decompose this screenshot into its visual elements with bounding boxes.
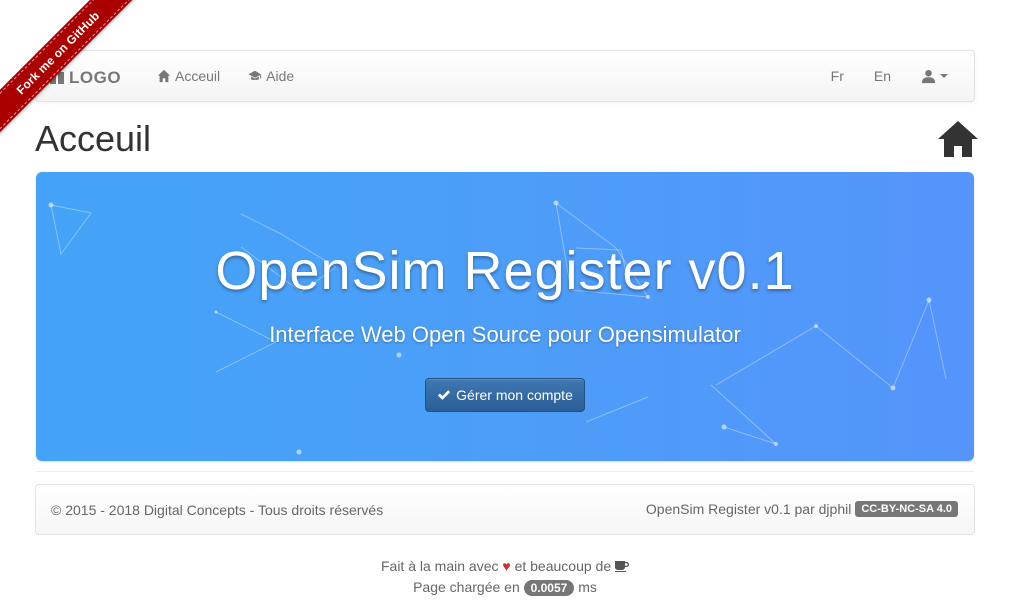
graduation-cap-icon (248, 70, 262, 80)
load-prefix: Page chargée en (413, 579, 520, 595)
nav-links: Acceuil Aide (157, 51, 294, 101)
nav-link-acceuil[interactable]: Acceuil (157, 68, 220, 84)
nav-link-label: Aide (266, 68, 295, 84)
lang-fr-link[interactable]: Fr (831, 68, 844, 84)
top-navbar: LOGO Acceuil Aide Fr En (35, 50, 975, 102)
fork-github-ribbon[interactable]: Fork me on GitHub (0, 0, 145, 140)
check-icon (438, 390, 451, 400)
made-middle: et beaucoup de (514, 558, 612, 574)
footer: © 2015 - 2018 Digital Concepts - Tous dr… (35, 484, 975, 535)
credits: Fait à la main avec ♥ et beaucoup de Pag… (0, 556, 1010, 599)
divider (36, 471, 974, 472)
made-with-line: Fait à la main avec ♥ et beaucoup de (0, 556, 1010, 577)
license-badge[interactable]: CC-BY-NC-SA 4.0 (855, 501, 958, 517)
hero-title: OpenSim Register v0.1 (215, 241, 795, 301)
heart-icon: ♥ (502, 558, 511, 574)
home-icon (157, 69, 171, 83)
network-background (48, 200, 947, 455)
hero-subtitle: Interface Web Open Source pour Opensimul… (269, 322, 741, 347)
load-unit: ms (578, 579, 597, 595)
nav-right: Fr En (831, 51, 948, 101)
nav-link-aide[interactable]: Aide (248, 68, 294, 84)
home-icon (938, 121, 978, 157)
github-ribbon-container: Fork me on GitHub (0, 0, 150, 150)
load-time-line: Page chargée en 0.0057 ms (0, 577, 1010, 599)
made-prefix: Fait à la main avec (380, 558, 499, 574)
coffee-icon (615, 561, 629, 572)
lang-en-link[interactable]: En (874, 68, 891, 84)
hero-jumbotron: OpenSim Register v0.1 Interface Web Open… (36, 172, 974, 461)
footer-copyright: © 2015 - 2018 Digital Concepts - Tous dr… (51, 502, 384, 518)
user-icon (921, 69, 936, 83)
footer-credit[interactable]: OpenSim Register v0.1 par djphil (646, 501, 851, 517)
nav-link-label: Acceuil (175, 68, 221, 84)
chevron-down-icon (940, 74, 948, 78)
manage-account-button[interactable]: Gérer mon compte (425, 378, 585, 412)
page-home-icon-wrap (938, 120, 978, 160)
manage-account-label: Gérer mon compte (456, 387, 573, 403)
load-time-badge: 0.0057 (523, 580, 575, 596)
user-dropdown[interactable] (921, 69, 948, 84)
footer-credit-wrap: OpenSim Register v0.1 par djphil CC-BY-N… (646, 501, 958, 517)
